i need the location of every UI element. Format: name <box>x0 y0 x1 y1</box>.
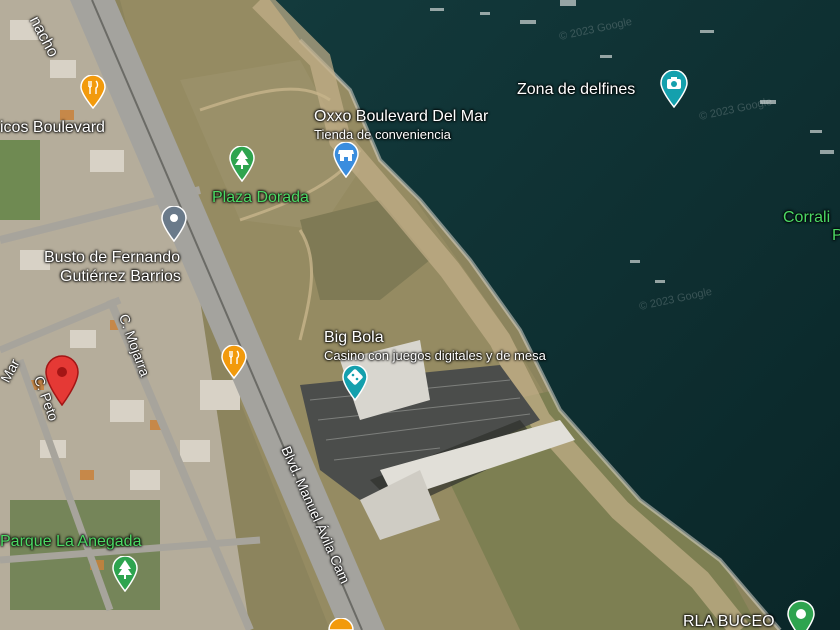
label-plaza-dorada[interactable]: Plaza Dorada <box>212 190 309 206</box>
park-pin-icon[interactable] <box>112 556 138 592</box>
label-boulevard-partial[interactable]: icos Boulevard <box>0 120 105 136</box>
label-big-bola[interactable]: Big Bola <box>324 330 384 346</box>
store-pin-icon[interactable] <box>333 142 359 178</box>
label-zona-de-delfines[interactable]: Zona de delfines <box>517 82 635 98</box>
camera-pin-icon[interactable] <box>660 70 688 108</box>
park-pin-icon[interactable] <box>229 146 255 182</box>
label-parque-la-anegada[interactable]: Parque La Anegada <box>0 534 141 550</box>
label-rla-buceo[interactable]: RLA BUCEO <box>683 614 775 630</box>
restaurant-pin-icon[interactable] <box>221 345 247 379</box>
label-busto-line2[interactable]: Gutiérrez Barrios <box>60 269 181 285</box>
restaurant-pin-icon[interactable] <box>328 618 354 630</box>
selected-location-pin-icon[interactable] <box>44 354 80 406</box>
activity-pin-icon[interactable] <box>787 600 815 630</box>
label-big-bola-category: Casino con juegos digitales y de mesa <box>324 348 546 363</box>
casino-pin-icon[interactable] <box>342 365 368 401</box>
label-busto-line1[interactable]: Busto de Fernando <box>44 250 180 266</box>
label-corrali-2: P <box>832 227 840 244</box>
label-oxxo-category: Tienda de conveniencia <box>314 127 451 142</box>
label-oxxo-name[interactable]: Oxxo Boulevard Del Mar <box>314 109 488 125</box>
restaurant-pin-icon[interactable] <box>80 75 106 109</box>
label-corrali[interactable]: Corrali <box>783 210 830 226</box>
park-green <box>0 140 40 220</box>
landmark-pin-icon[interactable] <box>161 206 187 242</box>
